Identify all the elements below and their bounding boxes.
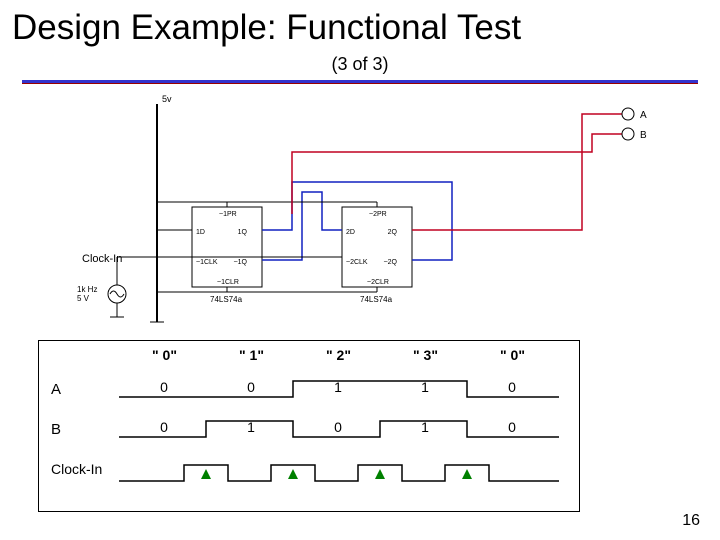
state-0b: " 0": [500, 347, 525, 363]
page-number: 16: [682, 512, 700, 530]
svg-text:~2CLR: ~2CLR: [367, 279, 389, 286]
svg-text:~2CLK: ~2CLK: [346, 259, 368, 266]
row-clk-label: Clock-In: [51, 461, 102, 477]
label-out-b: B: [640, 130, 647, 141]
timing-diagram: " 0" " 1" " 2" " 3" " 0" A 0 0 1 1 0 B 0…: [38, 340, 580, 512]
row-a-label: A: [51, 381, 61, 398]
slide-subtitle: (3 of 3): [0, 54, 720, 75]
svg-text:~2Q: ~2Q: [384, 259, 398, 266]
state-2: " 2": [326, 347, 351, 363]
label-out-a: A: [640, 110, 647, 121]
clk-edge-icon: [462, 469, 472, 479]
state-0: " 0": [152, 347, 177, 363]
label-volt: 5 V: [77, 294, 90, 303]
row-b-label: B: [51, 421, 61, 438]
svg-text:~2PR: ~2PR: [369, 211, 387, 218]
svg-text:2Q: 2Q: [388, 229, 398, 236]
slide-title: Design Example: Functional Test: [12, 8, 521, 48]
svg-text:2D: 2D: [346, 229, 355, 236]
svg-text:~1Q: ~1Q: [234, 259, 248, 266]
svg-text:1Q: 1Q: [238, 229, 248, 236]
wave-clk: [119, 459, 559, 489]
label-freq: 1k Hz: [77, 285, 97, 294]
svg-text:1D: 1D: [196, 229, 205, 236]
svg-text:~1PR: ~1PR: [219, 211, 237, 218]
svg-text:74LS74a: 74LS74a: [210, 295, 243, 304]
label-clock-in: Clock-In: [82, 253, 122, 265]
label-5v: 5v: [162, 94, 172, 104]
clk-edge-icon: [375, 469, 385, 479]
clk-edge-icon: [201, 469, 211, 479]
title-rule: [22, 80, 698, 84]
state-1: " 1": [239, 347, 264, 363]
svg-text:~1CLR: ~1CLR: [217, 279, 239, 286]
schematic-diagram: 5v Clock-In 1k Hz 5 V ~1PR 1D 1Q ~1CLK ~…: [22, 92, 698, 327]
clk-edge-icon: [288, 469, 298, 479]
state-3: " 3": [413, 347, 438, 363]
svg-text:~1CLK: ~1CLK: [196, 259, 218, 266]
svg-text:74LS74a: 74LS74a: [360, 295, 393, 304]
